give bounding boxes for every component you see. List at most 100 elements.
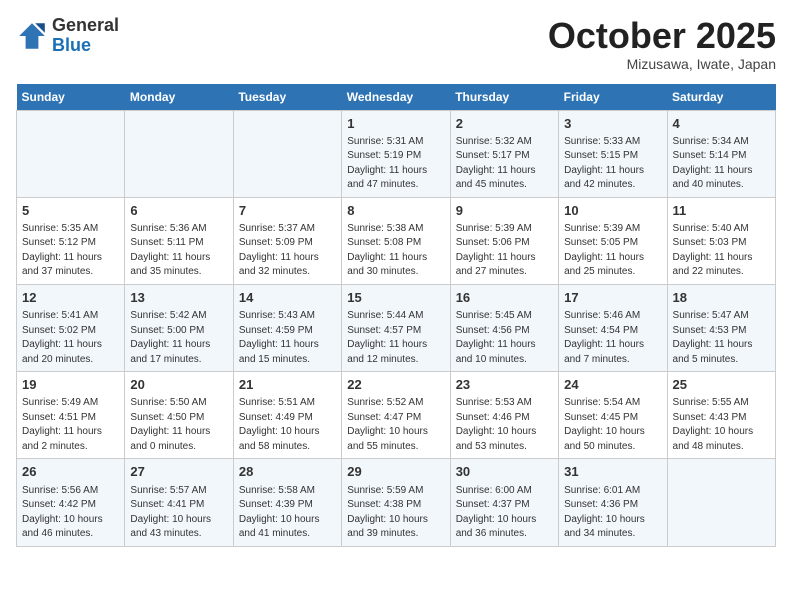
calendar-cell: 30 Sunrise: 6:00 AM Sunset: 4:37 PM Dayli…	[450, 459, 558, 546]
logo-icon	[16, 20, 48, 52]
calendar-table: SundayMondayTuesdayWednesdayThursdayFrid…	[16, 84, 776, 547]
calendar-cell: 31 Sunrise: 6:01 AM Sunset: 4:36 PM Dayli…	[559, 459, 667, 546]
day-content: Sunrise: 5:32 AM Sunset: 5:17 PM Dayligh…	[456, 135, 553, 193]
day-number: 29	[347, 463, 444, 481]
day-content: Sunrise: 6:01 AM Sunset: 4:36 PM Dayligh…	[564, 484, 661, 542]
day-content: Sunrise: 5:37 AM Sunset: 5:09 PM Dayligh…	[239, 222, 336, 280]
weekday-header-saturday: Saturday	[667, 84, 775, 111]
day-number: 18	[673, 289, 770, 307]
calendar-cell: 13 Sunrise: 5:42 AM Sunset: 5:00 PM Dayli…	[125, 284, 233, 371]
weekday-header-tuesday: Tuesday	[233, 84, 341, 111]
calendar-cell: 2 Sunrise: 5:32 AM Sunset: 5:17 PM Daylig…	[450, 110, 558, 197]
calendar-cell: 18 Sunrise: 5:47 AM Sunset: 4:53 PM Dayli…	[667, 284, 775, 371]
weekday-header-wednesday: Wednesday	[342, 84, 450, 111]
day-number: 12	[22, 289, 119, 307]
day-number: 25	[673, 376, 770, 394]
logo: General Blue	[16, 16, 119, 56]
month-title: October 2025	[548, 16, 776, 56]
day-number: 23	[456, 376, 553, 394]
calendar-cell: 26 Sunrise: 5:56 AM Sunset: 4:42 PM Dayli…	[17, 459, 125, 546]
day-content: Sunrise: 5:31 AM Sunset: 5:19 PM Dayligh…	[347, 135, 444, 193]
day-number: 13	[130, 289, 227, 307]
day-number: 14	[239, 289, 336, 307]
day-number: 31	[564, 463, 661, 481]
calendar-cell: 9Sunrise: 5:39 AM Sunset: 5:06 PM Daylig…	[450, 197, 558, 284]
calendar-cell: 14 Sunrise: 5:43 AM Sunset: 4:59 PM Dayli…	[233, 284, 341, 371]
day-number: 30	[456, 463, 553, 481]
calendar-cell	[667, 459, 775, 546]
calendar-cell: 21 Sunrise: 5:51 AM Sunset: 4:49 PM Dayli…	[233, 372, 341, 459]
day-content: Sunrise: 5:40 AM Sunset: 5:03 PM Dayligh…	[673, 222, 770, 280]
calendar-cell: 16 Sunrise: 5:45 AM Sunset: 4:56 PM Dayli…	[450, 284, 558, 371]
day-number: 15	[347, 289, 444, 307]
calendar-cell: 1 Sunrise: 5:31 AM Sunset: 5:19 PM Daylig…	[342, 110, 450, 197]
day-content: Sunrise: 5:45 AM Sunset: 4:56 PM Dayligh…	[456, 309, 553, 367]
day-number: 1	[347, 115, 444, 133]
day-content: Sunrise: 5:43 AM Sunset: 4:59 PM Dayligh…	[239, 309, 336, 367]
calendar-cell: 6Sunrise: 5:36 AM Sunset: 5:11 PM Daylig…	[125, 197, 233, 284]
day-content: Sunrise: 5:47 AM Sunset: 4:53 PM Dayligh…	[673, 309, 770, 367]
calendar-cell: 24 Sunrise: 5:54 AM Sunset: 4:45 PM Dayli…	[559, 372, 667, 459]
day-number: 5	[22, 202, 119, 220]
calendar-cell: 17 Sunrise: 5:46 AM Sunset: 4:54 PM Dayli…	[559, 284, 667, 371]
day-number: 17	[564, 289, 661, 307]
day-number: 16	[456, 289, 553, 307]
calendar-cell: 19Sunrise: 5:49 AM Sunset: 4:51 PM Dayli…	[17, 372, 125, 459]
day-number: 19	[22, 376, 119, 394]
day-number: 8	[347, 202, 444, 220]
page-header: General Blue October 2025 Mizusawa, Iwat…	[16, 16, 776, 72]
calendar-cell: 12 Sunrise: 5:41 AM Sunset: 5:02 PM Dayli…	[17, 284, 125, 371]
day-content: Sunrise: 5:39 AM Sunset: 5:05 PM Dayligh…	[564, 222, 661, 280]
day-number: 26	[22, 463, 119, 481]
weekday-header-sunday: Sunday	[17, 84, 125, 111]
day-number: 27	[130, 463, 227, 481]
day-content: Sunrise: 5:53 AM Sunset: 4:46 PM Dayligh…	[456, 396, 553, 454]
calendar-cell: 20 Sunrise: 5:50 AM Sunset: 4:50 PM Dayli…	[125, 372, 233, 459]
day-number: 28	[239, 463, 336, 481]
day-number: 20	[130, 376, 227, 394]
logo-text: General Blue	[52, 16, 119, 56]
weekday-header-thursday: Thursday	[450, 84, 558, 111]
day-number: 10	[564, 202, 661, 220]
calendar-cell: 27 Sunrise: 5:57 AM Sunset: 4:41 PM Dayli…	[125, 459, 233, 546]
day-content: Sunrise: 5:58 AM Sunset: 4:39 PM Dayligh…	[239, 484, 336, 542]
calendar-cell: 5 Sunrise: 5:35 AM Sunset: 5:12 PM Daylig…	[17, 197, 125, 284]
day-content: Sunrise: 5:56 AM Sunset: 4:42 PM Dayligh…	[22, 484, 119, 542]
day-number: 3	[564, 115, 661, 133]
day-content: Sunrise: 5:57 AM Sunset: 4:41 PM Dayligh…	[130, 484, 227, 542]
weekday-header-friday: Friday	[559, 84, 667, 111]
calendar-cell: 8Sunrise: 5:38 AM Sunset: 5:08 PM Daylig…	[342, 197, 450, 284]
day-content: Sunrise: 5:33 AM Sunset: 5:15 PM Dayligh…	[564, 135, 661, 193]
day-content: Sunrise: 6:00 AM Sunset: 4:37 PM Dayligh…	[456, 484, 553, 542]
calendar-cell: 15 Sunrise: 5:44 AM Sunset: 4:57 PM Dayli…	[342, 284, 450, 371]
weekday-header-monday: Monday	[125, 84, 233, 111]
calendar-cell: 7Sunrise: 5:37 AM Sunset: 5:09 PM Daylig…	[233, 197, 341, 284]
day-number: 11	[673, 202, 770, 220]
day-content: Sunrise: 5:35 AM Sunset: 5:12 PM Dayligh…	[22, 222, 119, 280]
day-number: 22	[347, 376, 444, 394]
location: Mizusawa, Iwate, Japan	[548, 56, 776, 72]
calendar-cell	[125, 110, 233, 197]
day-content: Sunrise: 5:36 AM Sunset: 5:11 PM Dayligh…	[130, 222, 227, 280]
day-number: 9	[456, 202, 553, 220]
day-content: Sunrise: 5:41 AM Sunset: 5:02 PM Dayligh…	[22, 309, 119, 367]
day-content: Sunrise: 5:46 AM Sunset: 4:54 PM Dayligh…	[564, 309, 661, 367]
day-content: Sunrise: 5:44 AM Sunset: 4:57 PM Dayligh…	[347, 309, 444, 367]
title-block: October 2025 Mizusawa, Iwate, Japan	[548, 16, 776, 72]
calendar-cell: 4Sunrise: 5:34 AM Sunset: 5:14 PM Daylig…	[667, 110, 775, 197]
day-number: 2	[456, 115, 553, 133]
day-number: 21	[239, 376, 336, 394]
day-number: 24	[564, 376, 661, 394]
day-content: Sunrise: 5:50 AM Sunset: 4:50 PM Dayligh…	[130, 396, 227, 454]
calendar-cell	[233, 110, 341, 197]
calendar-cell: 29Sunrise: 5:59 AM Sunset: 4:38 PM Dayli…	[342, 459, 450, 546]
calendar-cell: 28 Sunrise: 5:58 AM Sunset: 4:39 PM Dayli…	[233, 459, 341, 546]
day-content: Sunrise: 5:51 AM Sunset: 4:49 PM Dayligh…	[239, 396, 336, 454]
day-content: Sunrise: 5:52 AM Sunset: 4:47 PM Dayligh…	[347, 396, 444, 454]
day-content: Sunrise: 5:42 AM Sunset: 5:00 PM Dayligh…	[130, 309, 227, 367]
calendar-cell	[17, 110, 125, 197]
day-content: Sunrise: 5:34 AM Sunset: 5:14 PM Dayligh…	[673, 135, 770, 193]
calendar-cell: 25Sunrise: 5:55 AM Sunset: 4:43 PM Dayli…	[667, 372, 775, 459]
day-content: Sunrise: 5:54 AM Sunset: 4:45 PM Dayligh…	[564, 396, 661, 454]
calendar-cell: 22 Sunrise: 5:52 AM Sunset: 4:47 PM Dayli…	[342, 372, 450, 459]
